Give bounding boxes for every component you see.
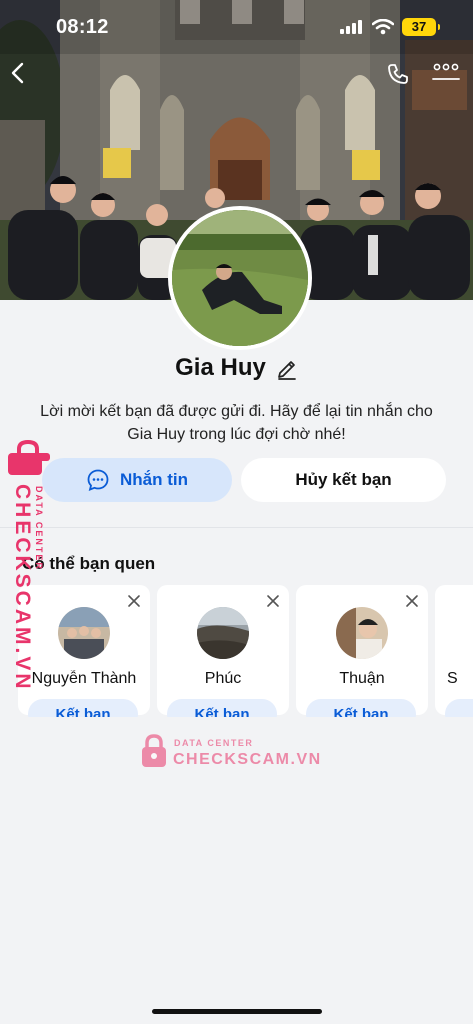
suggestion-card[interactable]: S Kết bạn (435, 585, 473, 717)
more-options-button[interactable] (432, 62, 466, 92)
avatar[interactable] (197, 607, 249, 659)
profile-name-row: Gia Huy (0, 350, 473, 386)
suggestion-name: S (447, 670, 458, 687)
chat-bubble-icon (87, 469, 109, 491)
add-friend-button[interactable]: Kết bạn (28, 699, 138, 717)
avatar-image (58, 607, 110, 659)
suggestion-name: Phúc (204, 670, 242, 687)
watermark-brand: CHECKSCAM.VN (11, 484, 34, 692)
suggestion-card[interactable]: Thuận Kết bạn (296, 585, 428, 717)
avatar-image (172, 210, 308, 346)
battery-indicator: 37 (402, 18, 440, 36)
status-time: 08:12 (56, 16, 109, 38)
status-bar: 08:12 37 (0, 0, 473, 54)
suggestion-name: Thuận (339, 670, 385, 687)
add-friend-button[interactable]: Kết bạn (167, 699, 277, 717)
profile-name: Gia Huy (175, 354, 266, 381)
phone-icon (388, 64, 408, 84)
suggestion-card[interactable]: Phúc Kết bạn (157, 585, 289, 717)
profile-avatar[interactable] (168, 206, 312, 350)
watermark-tagline: DATA CENTER (34, 486, 44, 571)
close-icon[interactable] (126, 593, 142, 609)
cancel-friend-request-button[interactable]: Hủy kết bạn (241, 458, 446, 502)
edit-name-button[interactable] (276, 358, 298, 380)
add-friend-button[interactable]: Kết bạn (445, 699, 473, 717)
watermark-horizontal: DATA CENTER CHECKSCAM.VN (140, 734, 320, 774)
lock-logo-icon (8, 440, 50, 475)
close-icon[interactable] (404, 593, 420, 609)
section-divider (0, 527, 473, 528)
avatar-image (197, 607, 249, 659)
friend-request-message: Lời mời kết bạn đã được gửi đi. Hãy để l… (40, 403, 433, 443)
message-button-label: Nhắn tin (120, 470, 188, 489)
cellular-signal-icon (340, 20, 362, 34)
chevron-left-icon (11, 62, 24, 84)
add-friend-button[interactable]: Kết bạn (306, 699, 416, 717)
avatar[interactable] (336, 607, 388, 659)
back-button[interactable] (10, 62, 40, 92)
watermark-tagline: DATA CENTER (174, 738, 254, 748)
call-button[interactable] (386, 62, 416, 92)
close-icon[interactable] (265, 593, 281, 609)
suggestions-carousel[interactable]: Nguyễn Thành Kết bạn Phúc Kết bạn Thuận … (18, 585, 473, 717)
message-button[interactable]: Nhắn tin (42, 458, 232, 502)
cancel-button-label: Hủy kết bạn (295, 470, 392, 489)
home-indicator[interactable] (152, 1009, 322, 1014)
more-options-icon (432, 63, 460, 80)
wifi-icon (372, 19, 394, 35)
watermark-vertical: CHECKSCAM.VN DATA CENTER (6, 440, 50, 692)
watermark-brand: CHECKSCAM.VN (173, 751, 322, 768)
suggestion-name: Nguyễn Thành (31, 670, 137, 687)
lock-logo-icon (142, 734, 166, 767)
avatar[interactable] (58, 607, 110, 659)
pencil-icon (277, 361, 296, 380)
avatar-image (336, 607, 388, 659)
